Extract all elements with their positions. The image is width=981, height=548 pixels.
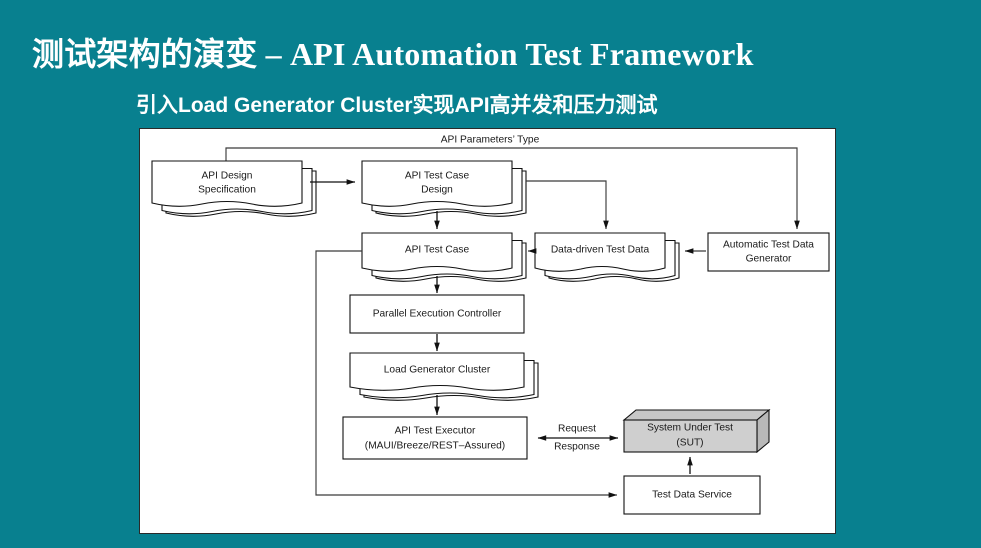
node-api-test-case-design[interactable]: API Test Case Design bbox=[361, 160, 527, 217]
node-label-parallel-execution-controller-line1: Parallel Execution Controller bbox=[373, 309, 502, 320]
diagram-panel: API Parameters’ Type API Design Specific… bbox=[139, 128, 836, 534]
edge-case-design-to-data-driven bbox=[526, 180, 609, 230]
slide-canvas: 测试架构的演变 – API Automation Test Framework … bbox=[0, 0, 981, 548]
node-label-system-under-test-line1: System Under Test bbox=[647, 423, 733, 434]
node-load-generator-cluster[interactable]: Load Generator Cluster bbox=[349, 352, 539, 401]
slide-title: 测试架构的演变 – API Automation Test Framework bbox=[32, 36, 754, 72]
edge-label-request: Request bbox=[558, 424, 596, 435]
node-label-load-generator-cluster-line1: Load Generator Cluster bbox=[384, 365, 491, 376]
node-label-api-test-executor-line2: (MAUI/Breeze/REST–Assured) bbox=[365, 441, 505, 452]
node-label-test-data-service-line1: Test Data Service bbox=[652, 490, 732, 501]
node-label-api-test-case-line1: API Test Case bbox=[405, 245, 470, 256]
node-api-test-case[interactable]: API Test Case bbox=[361, 232, 527, 282]
node-test-data-service[interactable]: Test Data Service bbox=[623, 475, 761, 515]
edge-label-api-parameters-type: API Parameters’ Type bbox=[441, 135, 540, 146]
slide-subtitle: 引入Load Generator Cluster实现API高并发和压力测试 bbox=[136, 94, 658, 117]
node-label-automatic-test-data-generator-line1: Automatic Test Data bbox=[723, 240, 814, 251]
node-label-api-design-specification-line2: Specification bbox=[198, 185, 256, 196]
node-label-api-test-case-design-line1: API Test Case bbox=[405, 171, 470, 182]
node-label-automatic-test-data-generator-line2: Generator bbox=[746, 254, 792, 265]
node-api-design-specification[interactable]: API Design Specification bbox=[151, 160, 317, 217]
node-label-api-test-executor-line1: API Test Executor bbox=[395, 426, 476, 437]
edge-label-response: Response bbox=[554, 442, 600, 453]
node-data-driven-test-data[interactable]: Data-driven Test Data bbox=[534, 232, 680, 282]
node-label-api-design-specification-line1: API Design bbox=[202, 171, 253, 182]
node-parallel-execution-controller[interactable]: Parallel Execution Controller bbox=[349, 294, 525, 334]
node-label-api-test-case-design-line2: Design bbox=[421, 185, 453, 196]
node-system-under-test[interactable]: System Under Test (SUT) bbox=[622, 408, 771, 454]
node-label-system-under-test-line2: (SUT) bbox=[676, 438, 703, 449]
node-api-test-executor[interactable]: API Test Executor (MAUI/Breeze/REST–Assu… bbox=[342, 416, 528, 460]
node-automatic-test-data-generator[interactable]: Automatic Test Data Generator bbox=[707, 232, 830, 272]
node-label-data-driven-test-data-line1: Data-driven Test Data bbox=[551, 245, 650, 256]
